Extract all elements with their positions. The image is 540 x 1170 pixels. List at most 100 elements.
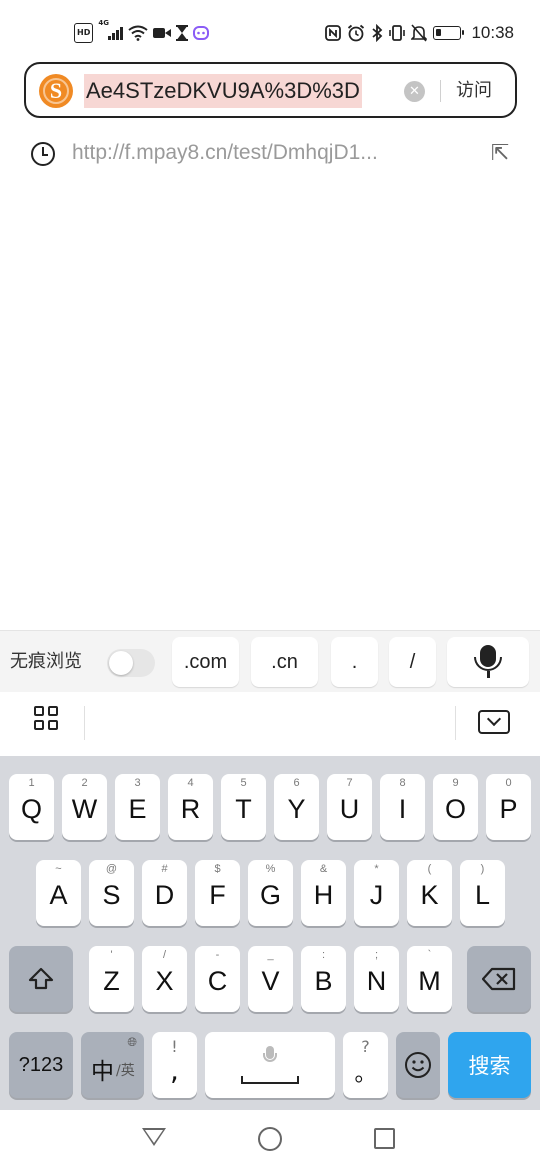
shortcut-dotcn-key[interactable]: .cn (251, 637, 318, 687)
key-letter: O (444, 794, 466, 824)
vibrate-icon (389, 23, 406, 43)
punctuation-main: , (170, 1054, 179, 1087)
shortcut-dotcom-key[interactable]: .com (172, 637, 239, 687)
hd-icon: HD (74, 23, 94, 43)
search-enter-key[interactable]: 搜索 (448, 1032, 531, 1098)
status-right-icons: 10:38 (325, 22, 514, 44)
key-k[interactable]: (K (407, 860, 452, 926)
key-letter: D (154, 880, 175, 910)
key-hint: 0 (505, 777, 512, 789)
key-d[interactable]: # D (142, 860, 187, 926)
key-letter: J (369, 880, 384, 910)
history-clock-icon (31, 142, 55, 166)
key-hint: ) (480, 863, 485, 875)
key-h[interactable]: & H (301, 860, 346, 926)
language-key-main: 中 (91, 1059, 114, 1085)
key-letter: Y (287, 794, 306, 824)
key-hint: / (162, 949, 167, 961)
key-hint: 9 (452, 777, 459, 789)
key-hint: : (321, 949, 326, 961)
toolbar-divider (84, 706, 85, 740)
punctuation-key-period[interactable]: ? 。 (343, 1032, 388, 1098)
key-n[interactable]: ; N (354, 946, 399, 1012)
battery-icon (433, 26, 465, 40)
incognito-toggle[interactable] (107, 649, 155, 677)
key-hint: $ (214, 863, 221, 875)
key-o[interactable]: 9O (433, 774, 478, 840)
space-key[interactable] (205, 1032, 335, 1098)
shortcut-dot-key[interactable]: . (331, 637, 378, 687)
toolbar-divider (455, 706, 456, 740)
key-hint: ` (427, 949, 432, 961)
key-y[interactable]: 6Y (274, 774, 319, 840)
key-e[interactable]: 3E (115, 774, 160, 840)
keyboard-shortcut-row: 无痕浏览 .com .cn . / (0, 630, 540, 692)
shift-icon (9, 946, 73, 1012)
numbers-key[interactable]: ?123 (9, 1032, 73, 1098)
punctuation-key-comma[interactable]: ! , (152, 1032, 197, 1098)
key-letter: E (128, 794, 147, 824)
key-hint: - (215, 949, 220, 961)
home-circle-icon[interactable] (258, 1127, 282, 1151)
clear-icon[interactable]: ✕ (404, 81, 425, 102)
key-a[interactable]: ~ A (36, 860, 81, 926)
suggestion-url[interactable]: http://f.mpay8.cn/test/DmhqjD1... (72, 138, 452, 168)
key-i[interactable]: 8I (380, 774, 425, 840)
url-input[interactable]: Ae4STzeDKVU9A%3D%3D (84, 74, 362, 108)
key-u[interactable]: 7U (327, 774, 372, 840)
key-hint: 6 (293, 777, 300, 789)
url-bar[interactable]: S Ae4STzeDKVU9A%3D%3D ✕ 访问 (24, 62, 517, 118)
key-l[interactable]: ) L (460, 860, 505, 926)
key-j[interactable]: * J (354, 860, 399, 926)
key-hint: 8 (399, 777, 406, 789)
fill-arrow-icon[interactable]: ⇱ (487, 141, 513, 167)
back-triangle-icon[interactable] (142, 1128, 166, 1146)
key-m[interactable]: ` M (407, 946, 452, 1012)
key-v[interactable]: _ V (248, 946, 293, 1012)
key-s[interactable]: @ S (89, 860, 134, 926)
emoji-key[interactable] (396, 1032, 440, 1098)
keyboard-collapse-icon[interactable] (478, 710, 510, 734)
backspace-key[interactable] (467, 946, 531, 1012)
key-hint: 1 (28, 777, 35, 789)
key-letter: P (499, 794, 518, 824)
punctuation-top: ? (361, 1037, 370, 1056)
logo-letter: S (49, 78, 63, 103)
key-c[interactable]: -C (195, 946, 240, 1012)
key-letter: U (339, 794, 360, 824)
key-r[interactable]: 4R (168, 774, 213, 840)
key-x[interactable]: / X (142, 946, 187, 1012)
network-type-label: 4G (98, 19, 109, 27)
grid-icon[interactable] (34, 706, 59, 731)
numbers-key-label: ?123 (18, 1053, 64, 1076)
key-letter: N (366, 966, 387, 996)
key-letter: C (207, 966, 228, 996)
key-g[interactable]: % G (248, 860, 293, 926)
key-f[interactable]: $ F (195, 860, 240, 926)
sogou-logo-icon: S (39, 74, 73, 108)
key-hint: * (374, 863, 379, 875)
visit-button[interactable]: 访问 (456, 77, 492, 105)
key-t[interactable]: 5T (221, 774, 266, 840)
history-suggestion[interactable]: http://f.mpay8.cn/test/DmhqjD1... ⇱ (0, 132, 540, 178)
keyboard-toolbar (0, 692, 540, 756)
key-b[interactable]: :B (301, 946, 346, 1012)
hourglass-icon (175, 23, 188, 43)
key-letter: X (155, 966, 174, 996)
backspace-icon (467, 946, 531, 1012)
key-hint: % (265, 863, 276, 875)
key-w[interactable]: 2W (62, 774, 107, 840)
key-q[interactable]: 1Q (9, 774, 54, 840)
recent-square-icon[interactable] (374, 1128, 395, 1149)
key-z[interactable]: ' Z (89, 946, 134, 1012)
key-hint: # (161, 863, 168, 875)
key-letter: W (71, 794, 98, 824)
shift-key[interactable] (9, 946, 73, 1012)
key-hint: @ (105, 863, 118, 875)
language-switch-key[interactable]: 🌐︎ 中 /英 (81, 1032, 144, 1098)
incognito-label: 无痕浏览 (10, 651, 82, 672)
keyboard: 1Q2W3E4R5T6Y7U8I9O0P ~ A @ S # D $ F% G & H * J(K) L … (0, 756, 540, 1110)
key-p[interactable]: 0P (486, 774, 531, 840)
key-letter: Z (103, 966, 120, 996)
shortcut-slash-key[interactable]: / (389, 637, 436, 687)
